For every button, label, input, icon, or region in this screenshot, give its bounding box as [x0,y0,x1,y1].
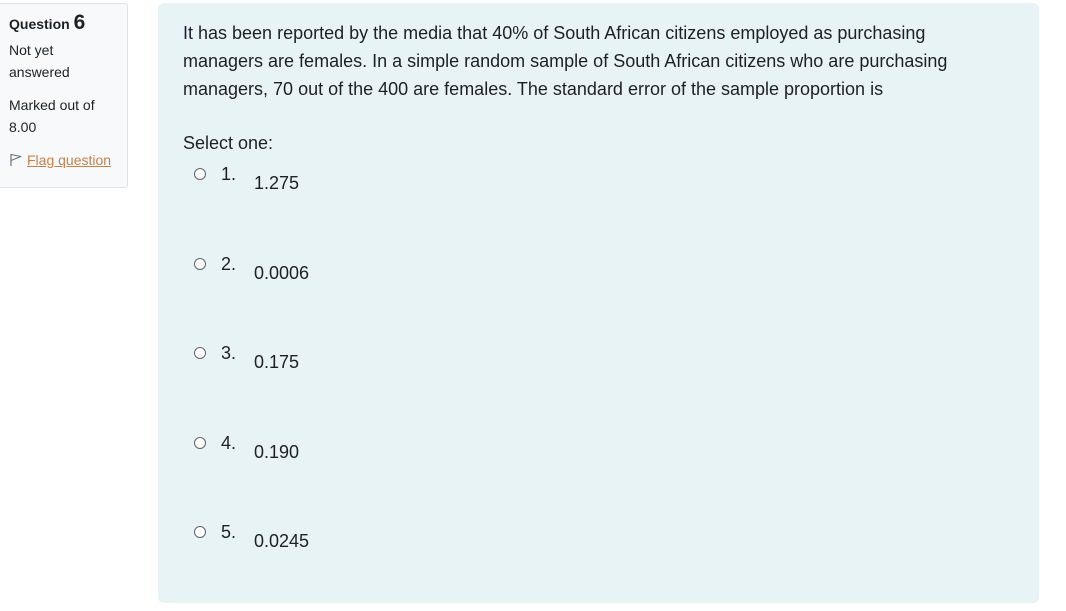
status-line-2: answered [9,64,70,80]
flag-question-link[interactable]: Flag question [27,149,111,171]
answer-option-1[interactable]: 1. 1.275 [183,163,1014,253]
question-status: Not yet answered [9,39,127,83]
radio-button-2[interactable] [194,257,206,270]
grade-line-2: 8.00 [9,119,37,135]
question-content: It has been reported by the media that 4… [158,3,1039,603]
status-line-1: Not yet [9,42,54,58]
flag-question-button[interactable]: Flag question [9,149,127,171]
answer-number-2: 2. [221,253,237,274]
radio-button-4[interactable] [194,436,206,449]
answer-text-4[interactable]: 0.190 [254,438,299,466]
answer-text-1[interactable]: 1.275 [254,169,299,197]
question-grade: Marked out of 8.00 [9,94,127,138]
answer-list: 1. 1.275 2. 0.0006 3. 0.175 4. 0.190 5. … [183,163,1014,611]
flag-icon [9,153,23,167]
answer-option-4[interactable]: 4. 0.190 [183,432,1014,522]
answer-number-5: 5. [221,522,237,542]
answer-option-5[interactable]: 5. 0.0245 [183,521,1014,611]
answer-option-3[interactable]: 3. 0.175 [183,342,1014,432]
radio-button-3[interactable] [194,347,206,359]
question-text: It has been reported by the media that 4… [183,23,948,99]
select-one-prompt: Select one: [183,133,274,153]
radio-button-1[interactable] [194,168,206,180]
answer-number-1: 1. [221,164,237,184]
answer-number-3: 3. [221,343,237,363]
answer-option-2[interactable]: 2. 0.0006 [183,253,1014,343]
question-label: Question [9,16,70,32]
answer-text-3[interactable]: 0.175 [254,348,299,376]
question-heading: Question 6 [9,12,127,35]
answer-text-5[interactable]: 0.0245 [254,527,309,555]
question-number: 6 [73,11,86,34]
radio-button-5[interactable] [194,526,206,538]
question-info-panel: Question 6 Not yet answered Marked out o… [0,3,128,188]
grade-line-1: Marked out of [9,97,95,113]
answer-text-2[interactable]: 0.0006 [254,259,309,287]
answer-number-4: 4. [221,432,237,453]
